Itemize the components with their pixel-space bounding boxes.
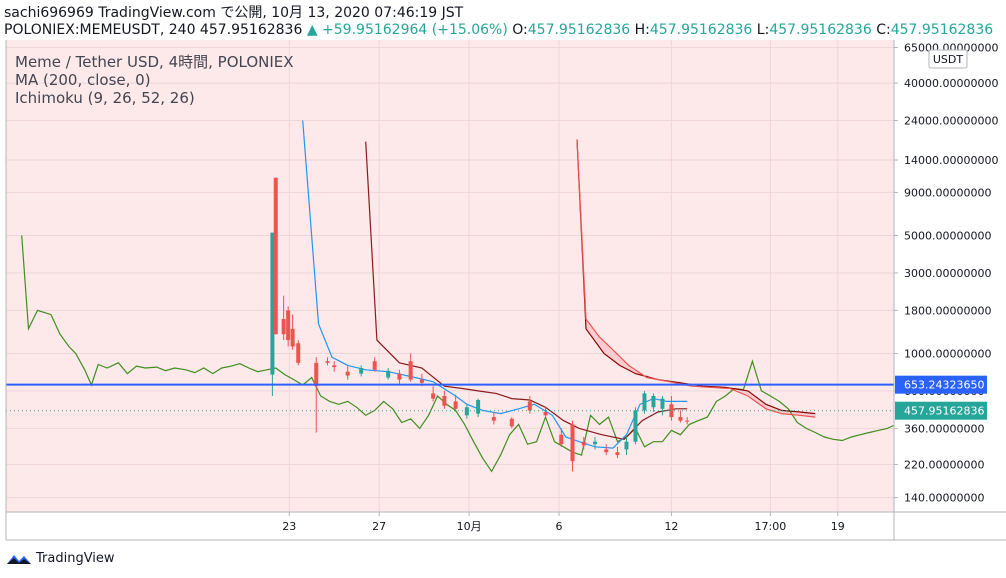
candle-body [685, 420, 690, 422]
x-tick-label: 19 [831, 520, 845, 533]
candle-body [559, 434, 564, 445]
y-tick-label: 3000.00000000 [904, 267, 991, 280]
y-tick-label: 9000.00000000 [904, 186, 991, 199]
y-tick-label: 24000.00000000 [904, 115, 998, 128]
candle-body [332, 365, 337, 368]
x-tick-label: 10月 [457, 520, 482, 533]
x-tick-label: 23 [282, 520, 296, 533]
x-tick-label: 6 [556, 520, 563, 533]
tradingview-logo[interactable]: TradingView [6, 551, 115, 566]
candle-body [372, 361, 377, 370]
candle-body [325, 361, 330, 363]
candle-body [543, 411, 548, 416]
y-tick-label: 140.00000000 [904, 492, 984, 505]
candle-body [464, 407, 469, 416]
candle-body [290, 328, 295, 347]
candle-body [386, 370, 391, 378]
candle-body [651, 395, 656, 408]
current-price-text: 457.95162836 [904, 405, 984, 418]
candle-body [476, 400, 481, 414]
legend-ma[interactable]: MA (200, close, 0) [15, 71, 151, 89]
candle-body [642, 393, 647, 411]
candle-body [660, 398, 665, 409]
candle-body [593, 441, 598, 445]
y-tick-label: 1000.00000000 [904, 347, 991, 360]
chart-canvas[interactable]: 6 5000.00000000 40000.00000000 24000.000000… [0, 0, 1006, 578]
y-tick-label: 1800.00000000 [904, 304, 991, 317]
candle-body [442, 395, 447, 406]
candle-body [397, 373, 402, 380]
ma-price-text: 653.24323650 [904, 379, 984, 392]
brand-name: TradingView [36, 551, 115, 566]
currency-badge: USDT [928, 49, 968, 69]
legend-title[interactable]: Meme / Tether USD, 4時間, POLONIEX [15, 53, 294, 71]
candle-body [419, 379, 424, 383]
candle-body [678, 417, 683, 421]
y-tick-label: 40000.00000000 [904, 77, 998, 90]
x-tick-label: 27 [372, 520, 386, 533]
legend-ichimoku[interactable]: Ichimoku (9, 26, 52, 26) [15, 89, 195, 107]
candle-body [314, 362, 319, 387]
candle-body [345, 371, 350, 376]
candle-body [581, 441, 586, 446]
x-tick-label: 12 [664, 520, 678, 533]
y-tick-label: 14000.00000000 [904, 154, 998, 167]
candle-body [570, 424, 575, 462]
candle-body [286, 310, 291, 341]
candle-body [431, 393, 436, 399]
y-tick-label: 220.00000000 [904, 458, 984, 471]
candle-body [615, 452, 620, 456]
candle-body [509, 418, 514, 427]
y-tick-label: 360.00000000 [904, 422, 984, 435]
plot-background [6, 40, 894, 512]
candle-body [408, 361, 413, 380]
candle-body [527, 401, 532, 411]
y-tick-label: 5000.00000000 [904, 230, 991, 243]
candle-body [604, 449, 609, 453]
currency-unit: USDT [933, 53, 964, 66]
tradingview-icon [7, 554, 31, 564]
candle-body [453, 401, 458, 409]
candle-body [633, 410, 638, 442]
x-tick-label: 17:00 [755, 520, 787, 533]
candle-body [273, 177, 278, 335]
candle-body [296, 343, 301, 363]
candle-body [359, 368, 364, 374]
candle-body [624, 441, 629, 450]
candle-body [491, 417, 496, 421]
candle-body [281, 319, 286, 335]
